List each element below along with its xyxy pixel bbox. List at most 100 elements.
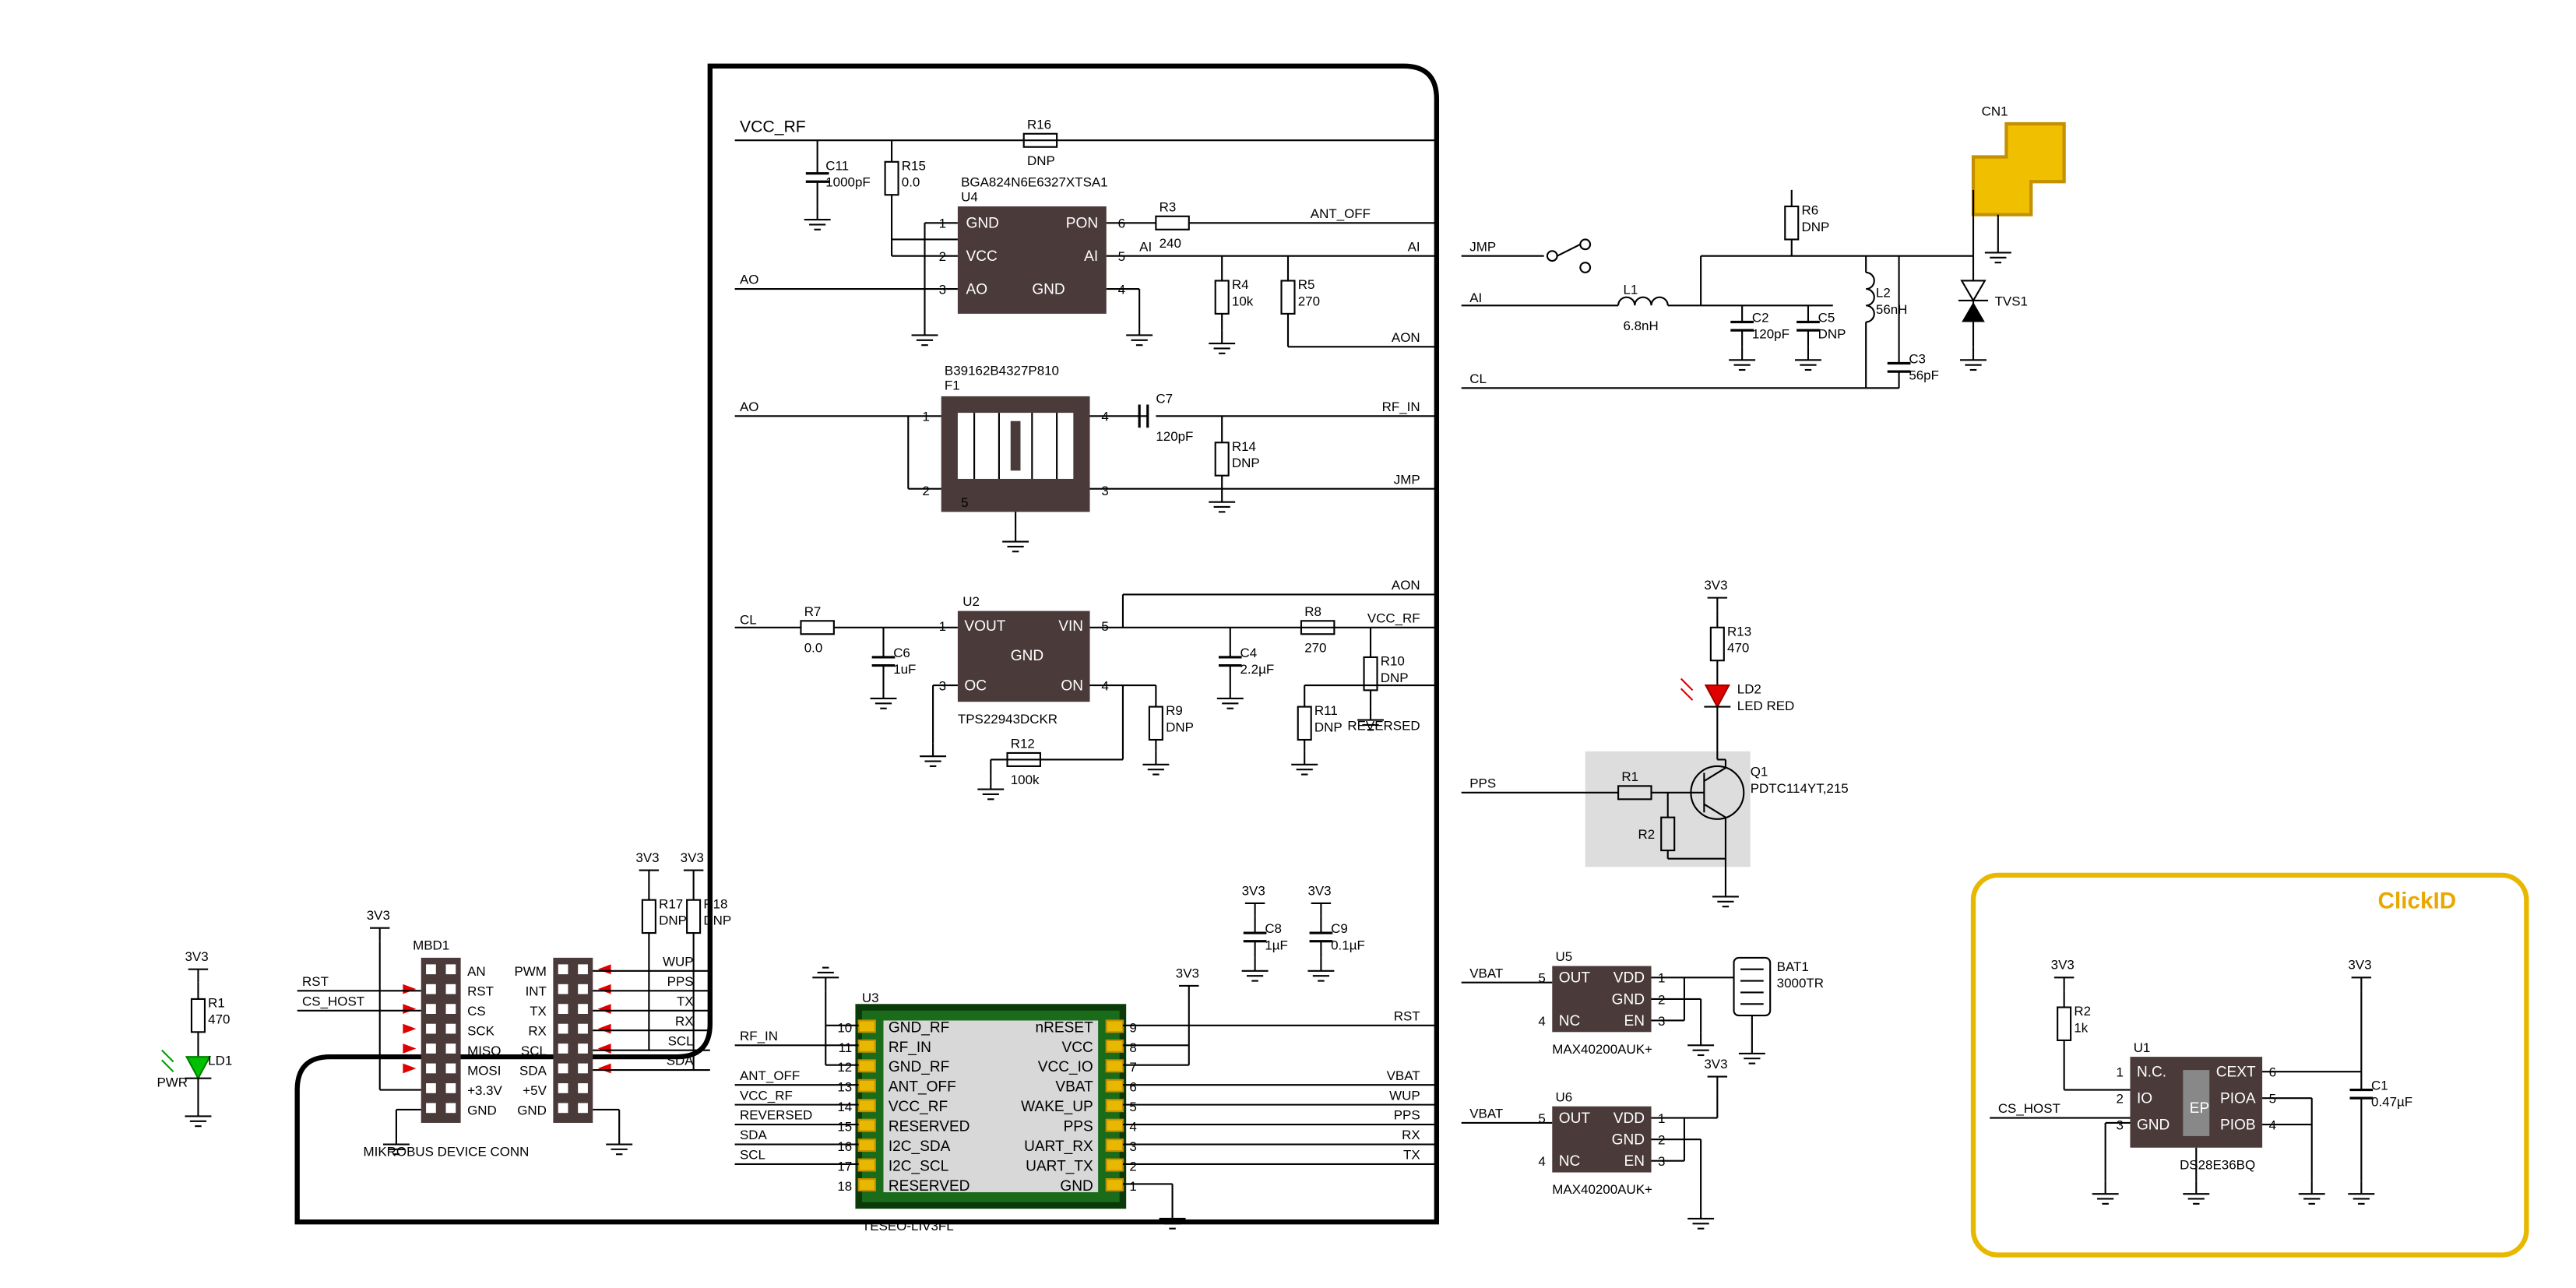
u2-chip: U2 VOUT GND OC ON VIN 1 3 5 4 (939, 594, 1109, 702)
svg-text:ANT_OFF: ANT_OFF (740, 1068, 800, 1083)
svg-text:PIOA: PIOA (2220, 1091, 2256, 1107)
svg-text:5: 5 (1538, 971, 1545, 986)
svg-text:470: 470 (208, 1012, 230, 1027)
svg-text:Q1: Q1 (1751, 765, 1768, 779)
svg-text:R1: R1 (208, 996, 225, 1011)
svg-text:13: 13 (837, 1080, 852, 1095)
svg-text:VBAT: VBAT (1469, 1107, 1503, 1121)
schematic-canvas: VCC_RF R16 DNP C11 1000pF R15 0.0 U4 BGA… (0, 0, 2576, 1288)
svg-text:DNP: DNP (1232, 456, 1260, 470)
svg-text:U5: U5 (1556, 949, 1573, 964)
svg-text:EN: EN (1624, 1153, 1645, 1170)
svg-text:C5: C5 (1818, 310, 1835, 325)
u5-chip: U5 OUT VDD GND EN NC 5 4 1 2 3 MAX40200A… (1538, 949, 1665, 1057)
bat1: BAT1 3000TR (1734, 958, 1824, 1015)
svg-text:TX: TX (530, 1004, 547, 1019)
svg-text:3: 3 (2117, 1117, 2124, 1132)
svg-text:10: 10 (837, 1020, 852, 1035)
svg-text:PPS: PPS (1394, 1108, 1420, 1123)
svg-text:U1: U1 (2134, 1040, 2151, 1055)
svg-text:4: 4 (1538, 1014, 1545, 1029)
svg-text:TESEO-LIV3FL: TESEO-LIV3FL (862, 1219, 954, 1233)
svg-text:C9: C9 (1331, 921, 1348, 936)
svg-text:NC: NC (1559, 1153, 1581, 1170)
svg-text:9: 9 (1129, 1020, 1136, 1035)
svg-text:0.1µF: 0.1µF (1331, 938, 1365, 952)
tvs1: TVS1 (1958, 256, 2028, 370)
svg-text:SCL: SCL (521, 1043, 547, 1058)
svg-text:DNP: DNP (1166, 720, 1194, 734)
f1-filter: F1 B39162B4327P810 1 2 5 3 4 (922, 363, 1108, 512)
svg-text:AI: AI (1469, 290, 1482, 305)
svg-text:R8: R8 (1304, 604, 1321, 619)
svg-text:270: 270 (1298, 294, 1320, 308)
r16-ref: R16 (1027, 117, 1051, 132)
svg-text:5: 5 (961, 495, 968, 510)
svg-text:JMP: JMP (1469, 239, 1496, 254)
svg-text:VCC_RF: VCC_RF (740, 1088, 793, 1103)
svg-text:GND: GND (467, 1103, 497, 1117)
svg-text:I2C_SCL: I2C_SCL (889, 1158, 948, 1174)
svg-text:VDD: VDD (1614, 1110, 1645, 1127)
svg-text:GND_RF: GND_RF (889, 1059, 949, 1075)
cn1-connector: CN1 (1973, 104, 2064, 262)
svg-text:EN: EN (1624, 1013, 1645, 1029)
svg-text:R10: R10 (1381, 654, 1405, 669)
svg-text:RST: RST (1394, 1008, 1420, 1023)
svg-text:RX: RX (1402, 1128, 1420, 1142)
svg-text:C1: C1 (2371, 1079, 2388, 1093)
svg-text:16: 16 (837, 1139, 852, 1154)
svg-text:GND: GND (2137, 1117, 2170, 1133)
svg-text:R9: R9 (1166, 703, 1183, 718)
svg-text:OUT: OUT (1559, 970, 1591, 987)
svg-text:SCL: SCL (740, 1148, 765, 1163)
svg-text:C3: C3 (1909, 352, 1926, 367)
svg-text:R18: R18 (703, 896, 727, 911)
svg-text:LD2: LD2 (1737, 682, 1761, 697)
u4-ref: U4 (961, 190, 978, 205)
svg-text:VCC: VCC (966, 248, 998, 265)
svg-text:PWR: PWR (157, 1075, 188, 1089)
svg-text:5: 5 (1538, 1111, 1545, 1126)
svg-text:R13: R13 (1727, 624, 1751, 639)
svg-text:TX: TX (1403, 1148, 1420, 1163)
svg-text:SCK: SCK (467, 1024, 495, 1039)
svg-text:C8: C8 (1265, 921, 1282, 936)
svg-text:RF_IN: RF_IN (1382, 399, 1420, 414)
c11-val: 1000pF (825, 175, 871, 190)
svg-text:3V3: 3V3 (2051, 958, 2075, 973)
svg-text:RESERVED: RESERVED (889, 1119, 970, 1135)
r15-ref: R15 (902, 158, 926, 173)
svg-text:C7: C7 (1156, 391, 1173, 406)
svg-text:R5: R5 (1298, 277, 1315, 292)
svg-text:PDTC114YT,215: PDTC114YT,215 (1751, 781, 1849, 796)
svg-text:VDD: VDD (1614, 970, 1645, 987)
svg-text:3V3: 3V3 (185, 949, 208, 964)
svg-text:DNP: DNP (659, 913, 687, 927)
svg-text:5: 5 (1101, 619, 1108, 634)
svg-text:MIKROBUS DEVICE CONN: MIKROBUS DEVICE CONN (364, 1144, 530, 1159)
svg-text:1uF: 1uF (893, 662, 916, 677)
svg-text:REVERSED: REVERSED (740, 1108, 812, 1123)
svg-text:TPS22943DCKR: TPS22943DCKR (958, 712, 1057, 727)
svg-text:SCL: SCL (668, 1033, 694, 1048)
svg-text:R6: R6 (1801, 203, 1818, 218)
svg-text:0.47µF: 0.47µF (2371, 1095, 2412, 1110)
svg-text:120pF: 120pF (1156, 429, 1193, 444)
svg-text:F1: F1 (945, 378, 960, 392)
svg-text:6: 6 (1129, 1080, 1136, 1095)
svg-text:RST: RST (302, 974, 329, 989)
svg-text:BAT1: BAT1 (1777, 959, 1809, 974)
svg-text:MBD1: MBD1 (413, 938, 449, 952)
svg-text:15: 15 (837, 1120, 852, 1135)
svg-text:+5V: +5V (523, 1083, 547, 1098)
svg-text:LD1: LD1 (208, 1054, 232, 1068)
svg-text:VBAT: VBAT (1469, 966, 1503, 980)
svg-text:EP: EP (2190, 1100, 2209, 1117)
svg-text:C6: C6 (893, 646, 910, 660)
svg-text:3000TR: 3000TR (1777, 976, 1824, 991)
svg-text:VBAT: VBAT (1055, 1079, 1093, 1096)
svg-text:ANT_OFF: ANT_OFF (1311, 206, 1371, 221)
svg-text:MAX40200AUK+: MAX40200AUK+ (1552, 1042, 1652, 1057)
led-ld2 (1705, 685, 1729, 707)
